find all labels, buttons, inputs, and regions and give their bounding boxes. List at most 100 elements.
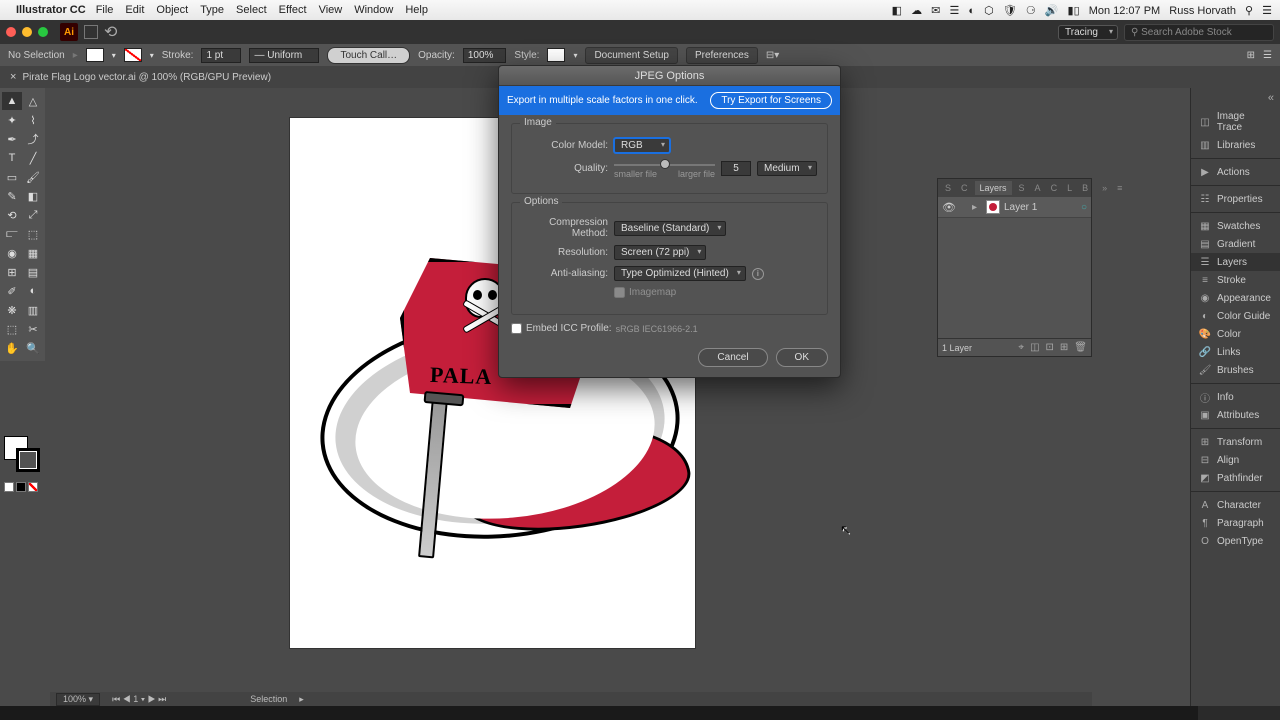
stroke-weight-field[interactable]: 1 pt [201, 48, 241, 63]
app-name[interactable]: Illustrator CC [16, 4, 86, 16]
menu-help[interactable]: Help [405, 4, 428, 16]
layer-row[interactable]: 👁 ▸ Layer 1 ○ [938, 197, 1091, 218]
panel-swatches[interactable]: ▦Swatches [1191, 217, 1280, 235]
stroke-color[interactable] [16, 448, 40, 472]
menu-edit[interactable]: Edit [125, 4, 144, 16]
align-icon[interactable]: ⊟▾ [766, 50, 779, 61]
rotate-tool[interactable]: ⟲ [2, 206, 22, 224]
menu-select[interactable]: Select [236, 4, 267, 16]
bridge-icon[interactable] [84, 25, 98, 39]
perspective-tool[interactable]: ▦ [23, 244, 43, 262]
compression-select[interactable]: Baseline (Standard) [614, 221, 726, 236]
workspace-switcher[interactable]: Tracing [1058, 25, 1118, 40]
panel-menu-icon[interactable]: ☰ [1263, 50, 1272, 61]
panel-stroke[interactable]: ≡Stroke [1191, 271, 1280, 289]
line-tool[interactable]: ╱ [23, 149, 43, 167]
collapse-icon[interactable]: « [1268, 92, 1274, 104]
menu-object[interactable]: Object [156, 4, 188, 16]
selection-tool[interactable]: ▲ [2, 92, 22, 110]
layer-name[interactable]: Layer 1 [1004, 202, 1037, 213]
panel-brushes[interactable]: 🖌Brushes [1191, 361, 1280, 379]
target-icon[interactable]: ○ [1081, 202, 1087, 213]
embed-icc-checkbox[interactable]: Embed ICC Profile: sRGB IEC61966-2.1 [511, 323, 828, 334]
curvature-tool[interactable]: ⤴ [23, 130, 43, 148]
layers-tab[interactable]: Layers [975, 181, 1012, 195]
document-tab[interactable]: Pirate Flag Logo vector.ai @ 100% (RGB/G… [22, 72, 271, 83]
delete-layer-icon[interactable]: 🗑 [1074, 342, 1087, 353]
symbol-sprayer-tool[interactable]: ❋ [2, 301, 22, 319]
eyedropper-tool[interactable]: ✐ [2, 282, 22, 300]
panel-actions[interactable]: ▶Actions [1191, 163, 1280, 181]
status-icon[interactable]: ✉ [931, 4, 940, 17]
width-tool[interactable]: ⫍ [2, 225, 22, 243]
menu-window[interactable]: Window [354, 4, 393, 16]
panel-align[interactable]: ⊟Align [1191, 451, 1280, 469]
spotlight-icon[interactable]: ⚲ [1245, 4, 1253, 17]
artboard-tool[interactable]: ⬚ [2, 320, 22, 338]
lasso-tool[interactable]: ⌇ [23, 111, 43, 129]
clock[interactable]: Mon 12:07 PM [1089, 5, 1161, 17]
volume-icon[interactable]: 🔊 [1045, 4, 1059, 17]
resolution-select[interactable]: Screen (72 ppi) [614, 245, 706, 260]
preferences-button[interactable]: Preferences [686, 47, 758, 64]
panel-image-trace[interactable]: ◫Image Trace [1191, 108, 1280, 136]
panel-info[interactable]: ⓘInfo [1191, 388, 1280, 406]
menu-view[interactable]: View [319, 4, 343, 16]
panel-opentype[interactable]: OOpenType [1191, 532, 1280, 550]
panel-properties[interactable]: ☷Properties [1191, 190, 1280, 208]
shape-builder-tool[interactable]: ◉ [2, 244, 22, 262]
panel-appearance[interactable]: ◉Appearance [1191, 289, 1280, 307]
magic-wand-tool[interactable]: ✦ [2, 111, 22, 129]
status-menu[interactable]: ▸ [299, 694, 304, 705]
shaper-tool[interactable]: ✎ [2, 187, 22, 205]
panel-toggle-icon[interactable]: ⊞ [1247, 50, 1255, 61]
menu-type[interactable]: Type [200, 4, 224, 16]
panel-transform[interactable]: ⊞Transform [1191, 433, 1280, 451]
status-icon[interactable]: ☁ [911, 4, 922, 17]
status-icon[interactable]: ◐ [968, 5, 975, 17]
menu-file[interactable]: File [96, 4, 114, 16]
new-sublayer-icon[interactable]: ⊡ [1046, 342, 1054, 353]
user-name[interactable]: Russ Horvath [1169, 5, 1236, 17]
color-mode[interactable] [4, 482, 14, 492]
status-icon[interactable]: ☰ [949, 4, 959, 17]
none-mode[interactable] [28, 482, 38, 492]
zoom-tool[interactable]: 🔍 [23, 339, 43, 357]
panel-layers[interactable]: ☰Layers [1191, 253, 1280, 271]
rectangle-tool[interactable]: ▭ [2, 168, 22, 186]
panel-paragraph[interactable]: ¶Paragraph [1191, 514, 1280, 532]
free-transform-tool[interactable]: ⬚ [23, 225, 43, 243]
panel-color[interactable]: 🎨Color [1191, 325, 1280, 343]
try-export-button[interactable]: Try Export for Screens [710, 92, 832, 109]
make-clip-icon[interactable]: ◫ [1030, 342, 1039, 353]
panel-color-guide[interactable]: ◐Color Guide [1191, 307, 1280, 325]
new-layer-icon[interactable]: ⊞ [1060, 342, 1068, 353]
mesh-tool[interactable]: ⊞ [2, 263, 22, 281]
scale-tool[interactable]: ⤢ [23, 206, 43, 224]
eraser-tool[interactable]: ◧ [23, 187, 43, 205]
zoom-field[interactable]: 100% ▾ [56, 693, 100, 706]
panel-character[interactable]: ACharacter [1191, 496, 1280, 514]
gradient-tool[interactable]: ▤ [23, 263, 43, 281]
tab-close-button[interactable]: × [10, 71, 16, 83]
color-model-select[interactable]: RGB [614, 138, 670, 153]
hand-tool[interactable]: ✋ [2, 339, 22, 357]
status-icon[interactable]: ⬡ [984, 4, 994, 17]
menu-effect[interactable]: Effect [279, 4, 307, 16]
pen-tool[interactable]: ✒ [2, 130, 22, 148]
panel-expand-icon[interactable]: » [1099, 181, 1110, 195]
artboard-nav[interactable]: ⏮ ◀ 1 ▾ ▶ ⏭ [112, 694, 166, 705]
fill-stroke-colors[interactable] [4, 436, 40, 472]
stroke-swatch[interactable] [124, 48, 142, 62]
maximize-window-button[interactable] [38, 27, 48, 37]
status-icon[interactable]: ◧ [892, 4, 902, 17]
direct-selection-tool[interactable]: △ [23, 92, 43, 110]
wifi-icon[interactable]: ⚆ [1026, 4, 1036, 17]
document-setup-button[interactable]: Document Setup [585, 47, 678, 64]
stroke-profile-field[interactable]: — Uniform [249, 48, 319, 63]
fill-swatch[interactable] [86, 48, 104, 62]
gradient-mode[interactable] [16, 482, 26, 492]
status-icon[interactable]: 🛡 [1003, 4, 1017, 17]
quality-value-field[interactable] [721, 161, 751, 176]
paintbrush-tool[interactable]: 🖌 [23, 168, 43, 186]
